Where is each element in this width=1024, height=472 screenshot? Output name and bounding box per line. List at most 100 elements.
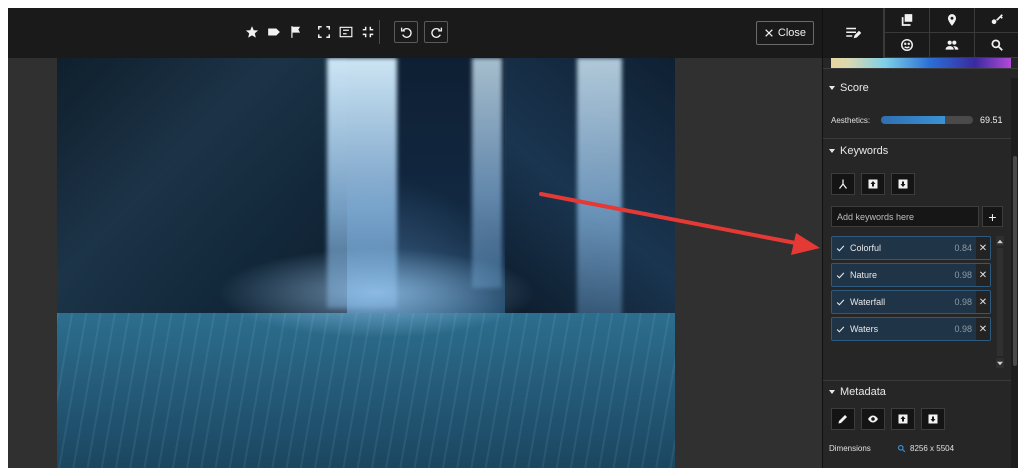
keyword-name: Waters [850, 324, 879, 334]
people-icon [945, 40, 959, 50]
check-icon[interactable] [832, 244, 848, 253]
tab-people[interactable] [929, 33, 974, 58]
keyword-score: 0.98 [954, 324, 972, 334]
keyword-item[interactable]: Colorful 0.84 ✕ [831, 236, 991, 260]
edit-list-icon [846, 27, 862, 39]
scroll-down-icon[interactable] [996, 358, 1004, 368]
remove-keyword-button[interactable]: ✕ [976, 237, 990, 259]
remove-keyword-button[interactable]: ✕ [976, 291, 990, 313]
close-icon [765, 29, 773, 37]
section-keywords-title: Keywords [840, 145, 889, 157]
eye-icon [868, 415, 878, 423]
keyword-name: Waterfall [850, 297, 886, 307]
flag-icon[interactable] [288, 24, 304, 40]
color-histogram [831, 58, 1011, 68]
remove-keyword-button[interactable]: ✕ [976, 318, 990, 340]
remove-keyword-button[interactable]: ✕ [976, 264, 990, 286]
star-icon[interactable] [244, 24, 260, 40]
tab-key[interactable] [974, 8, 1018, 33]
scroll-up-icon[interactable] [996, 236, 1004, 246]
check-icon[interactable] [832, 271, 848, 280]
view-tools [316, 21, 376, 43]
aesthetics-value: 69.51 [980, 115, 1003, 125]
copy-icon [901, 14, 913, 26]
info-panel: Score Aesthetics: 69.51 Keywords + [822, 8, 1018, 468]
section-keywords-header[interactable]: Keywords [829, 145, 888, 157]
pin-icon [947, 14, 957, 26]
face-icon [901, 39, 913, 51]
actual-size-icon[interactable] [338, 24, 354, 40]
keyword-item[interactable]: Waters 0.98 ✕ [831, 317, 991, 341]
keyword-item[interactable]: Nature 0.98 ✕ [831, 263, 991, 287]
merge-keywords-button[interactable] [831, 173, 855, 195]
chevron-down-icon [829, 86, 835, 90]
rotate-left-button[interactable] [394, 21, 418, 43]
upload-icon [868, 179, 878, 189]
keyword-input[interactable] [831, 206, 979, 227]
key-icon [991, 14, 1003, 25]
tab-copy[interactable] [884, 8, 929, 33]
keyword-scrollbar[interactable] [996, 236, 1004, 368]
rating-tools [244, 21, 304, 43]
divider [823, 138, 1011, 139]
export-keywords-button[interactable] [891, 173, 915, 195]
rotate-tools [394, 21, 448, 43]
search-icon [991, 39, 1003, 51]
fit-screen-icon[interactable] [316, 24, 332, 40]
scrollbar-track [997, 248, 1003, 356]
add-keyword-button[interactable]: + [982, 206, 1003, 227]
app-frame: Close Score Aesthetics: 69.51 Keywords A… [8, 8, 1018, 468]
edit-metadata-button[interactable] [831, 408, 855, 430]
dimensions-label: Dimensions [829, 443, 871, 453]
upload-icon [898, 414, 908, 424]
check-icon[interactable] [832, 298, 848, 307]
fullscreen-icon[interactable] [360, 24, 376, 40]
dimensions-value: 8256 x 5504 [910, 443, 955, 453]
metadata-tools [831, 408, 945, 430]
check-icon[interactable] [832, 325, 848, 334]
aesthetics-bar [881, 116, 973, 124]
rotate-right-button[interactable] [424, 21, 448, 43]
panel-scrollbar-thumb[interactable] [1013, 156, 1017, 366]
photo-waterfall-right [577, 58, 622, 318]
waterfall-photo[interactable] [57, 58, 675, 468]
panel-scrollbar[interactable] [1011, 78, 1018, 468]
divider [823, 380, 1011, 381]
download-icon [898, 179, 908, 189]
rotate-left-icon [400, 27, 412, 38]
export-metadata-button[interactable] [921, 408, 945, 430]
section-score-header[interactable]: Score [829, 82, 869, 94]
aesthetics-bar-fill [881, 116, 946, 124]
panel-tabs [823, 8, 1018, 58]
search-icon[interactable] [897, 444, 906, 453]
keyword-score: 0.98 [954, 270, 972, 280]
keyword-list: Colorful 0.84 ✕ Nature 0.98 ✕ Waterfall … [831, 236, 991, 344]
keyword-tools [831, 173, 915, 195]
photo-mist [217, 248, 537, 338]
import-metadata-button[interactable] [891, 408, 915, 430]
tab-faces[interactable] [884, 33, 929, 58]
chevron-down-icon [829, 390, 835, 394]
metadata-dimensions-row: Dimensions 8256 x 5504 [823, 438, 1011, 458]
tab-edit-list[interactable] [823, 8, 884, 58]
import-keywords-button[interactable] [861, 173, 885, 195]
keyword-score: 0.98 [954, 297, 972, 307]
tab-search[interactable] [974, 33, 1018, 58]
keyword-item[interactable]: Waterfall 0.98 ✕ [831, 290, 991, 314]
merge-icon [839, 179, 847, 189]
pencil-icon [838, 415, 847, 424]
chevron-down-icon [829, 149, 835, 153]
keyword-name: Colorful [850, 243, 882, 253]
tab-location[interactable] [929, 8, 974, 33]
section-metadata-header[interactable]: Metadata [829, 386, 886, 398]
keyword-score: 0.84 [954, 243, 972, 253]
plus-icon: + [988, 208, 997, 225]
toolbar-divider [379, 20, 380, 44]
image-viewer: Close [8, 8, 822, 468]
view-metadata-button[interactable] [861, 408, 885, 430]
aesthetics-label: Aesthetics: [831, 116, 871, 125]
close-button[interactable]: Close [755, 21, 814, 45]
tag-icon[interactable] [266, 24, 282, 40]
rotate-right-icon [430, 27, 442, 38]
histogram-divider [823, 68, 1018, 78]
